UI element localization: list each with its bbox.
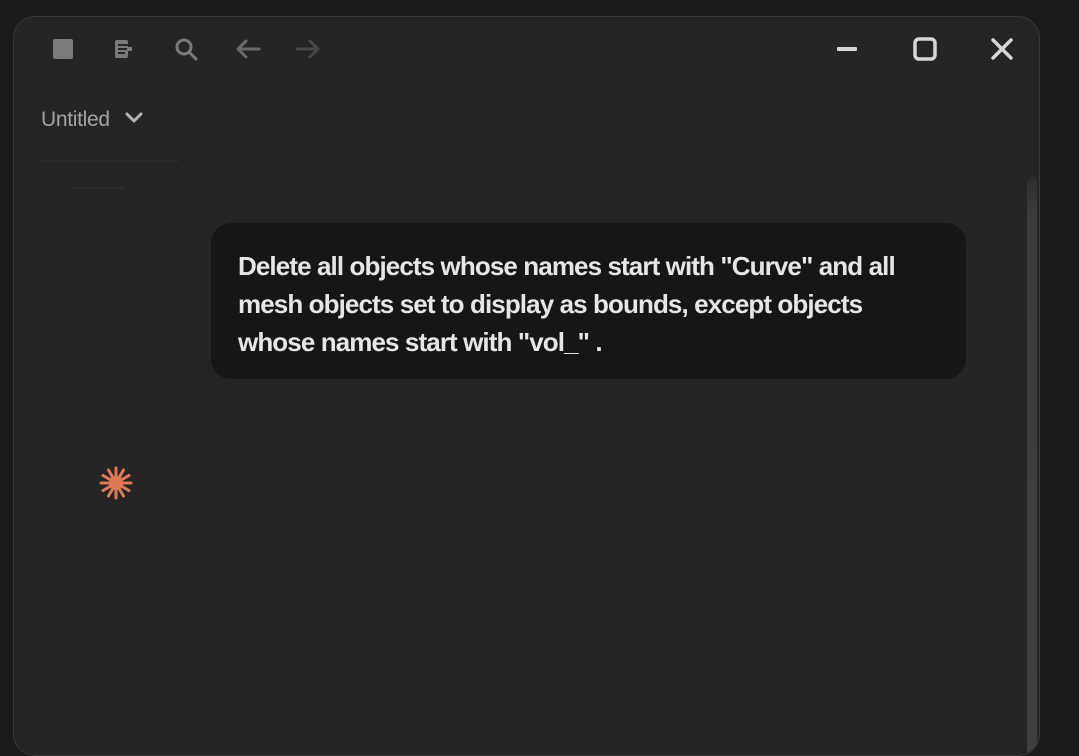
- app-window: Untitled Delete all objects whose names …: [13, 16, 1040, 756]
- search-icon[interactable]: [170, 33, 202, 65]
- forward-arrow-icon[interactable]: [292, 33, 324, 65]
- user-message-bubble: Delete all objects whose names start wit…: [211, 223, 966, 379]
- sidebar-toggle-icon[interactable]: [47, 33, 79, 65]
- chevron-down-icon: [124, 111, 144, 130]
- minimize-icon[interactable]: [831, 33, 863, 65]
- new-chat-icon[interactable]: [108, 33, 140, 65]
- conversation-title: Untitled: [41, 108, 110, 131]
- scrollbar[interactable]: [1027, 177, 1037, 755]
- maximize-icon[interactable]: [909, 33, 941, 65]
- back-arrow-icon[interactable]: [232, 33, 264, 65]
- close-icon[interactable]: [986, 33, 1018, 65]
- title-bar: [14, 17, 1039, 81]
- thinking-spinner-icon: [98, 465, 134, 501]
- conversation-title-dropdown[interactable]: Untitled: [41, 105, 144, 135]
- user-message-text: Delete all objects whose names start wit…: [238, 251, 896, 357]
